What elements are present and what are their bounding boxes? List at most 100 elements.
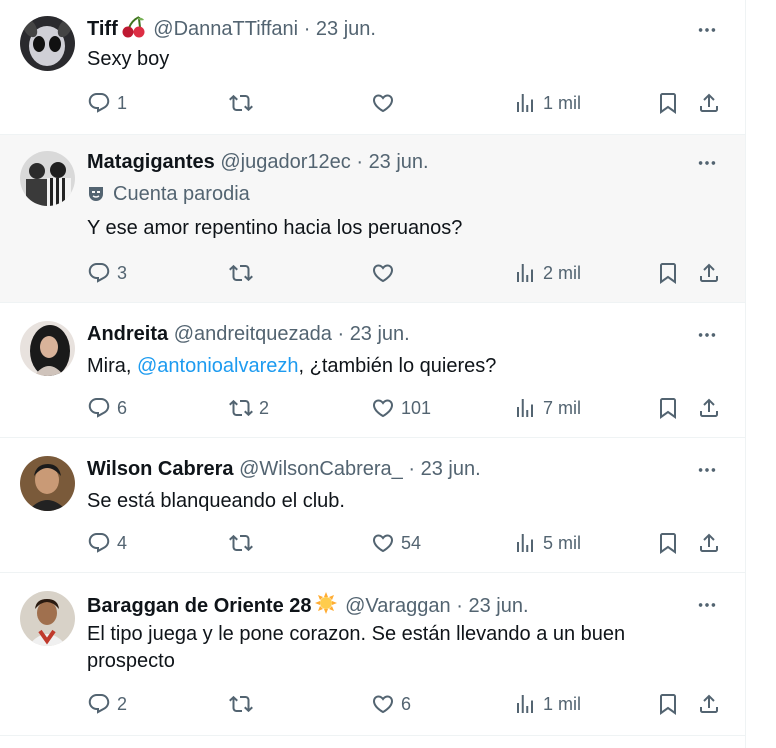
like-button[interactable] [371,90,401,116]
avatar[interactable] [20,151,75,206]
views-button[interactable]: 5 mil [513,530,581,556]
views-button[interactable]: 2 mil [513,260,581,286]
share-button[interactable] [697,530,721,556]
tweet-date[interactable]: 23 jun. [468,595,528,617]
tweet-text: Y ese amor repentino hacia los peruanos? [87,217,463,239]
bookmark-button[interactable] [656,530,680,556]
tweet-actions: 2 6 1 mil [87,691,721,717]
mention-link[interactable]: @antonioalvarezh [137,355,299,377]
retweet-button[interactable] [229,90,259,116]
tweet-date[interactable]: 23 jun. [421,458,481,480]
retweet-button[interactable]: 2 [229,395,269,421]
tweet[interactable]: Tiff @DannaTTiffani · 23 jun. Sexy boy 1… [0,0,745,135]
retweet-button[interactable] [229,691,259,717]
tweet[interactable]: Baraggan de Oriente 28 @Varaggan · 23 ju… [0,573,745,736]
tweet-actions: 3 2 mil [87,260,721,286]
tweet[interactable]: Wilson Cabrera @WilsonCabrera_ · 23 jun.… [0,438,745,573]
more-icon[interactable] [695,18,719,42]
avatar[interactable] [20,321,75,376]
tweet-date[interactable]: 23 jun. [316,18,376,40]
reply-icon [87,261,111,285]
bookmark-icon [656,692,680,716]
heart-icon [371,531,395,555]
more-icon[interactable] [695,458,719,482]
avatar[interactable] [20,456,75,511]
tweet-actions: 1 1 mil [87,90,721,116]
tweet-text: Sexy boy [87,48,170,70]
avatar[interactable] [20,16,75,71]
bookmark-icon [656,261,680,285]
cherries-emoji [120,16,146,42]
user-handle[interactable]: @andreitquezada [174,323,332,345]
retweet-icon [229,692,253,716]
mask-icon [89,187,103,201]
display-name[interactable]: Wilson Cabrera [87,458,234,480]
user-handle[interactable]: @jugador12ec [220,151,350,173]
like-button[interactable]: 6 [371,691,411,717]
tweet-header: Matagigantes @jugador12ec · 23 jun. [87,151,429,173]
reply-icon [87,91,111,115]
bookmark-button[interactable] [656,90,680,116]
share-icon [697,531,721,555]
like-button[interactable] [371,260,401,286]
views-button[interactable]: 7 mil [513,395,581,421]
share-icon [697,396,721,420]
user-handle[interactable]: @WilsonCabrera_ [239,458,403,480]
replies-timeline: Tiff @DannaTTiffani · 23 jun. Sexy boy 1… [0,0,746,748]
views-button[interactable]: 1 mil [513,691,581,717]
user-handle[interactable]: @Varaggan [345,595,451,617]
reply-button[interactable]: 2 [87,691,127,717]
share-button[interactable] [697,260,721,286]
display-name[interactable]: Tiff [87,18,118,40]
more-icon[interactable] [695,323,719,347]
bookmark-button[interactable] [656,395,680,421]
like-button[interactable]: 101 [371,395,431,421]
more-icon[interactable] [695,151,719,175]
tweet[interactable]: Matagigantes @jugador12ec · 23 jun. Cuen… [0,135,745,303]
bookmark-icon [656,91,680,115]
tweet-date[interactable]: 23 jun. [369,151,429,173]
tweet[interactable]: Andreita @andreitquezada · 23 jun. Mira,… [0,303,745,438]
retweet-icon [229,531,253,555]
reply-icon [87,396,111,420]
retweet-button[interactable] [229,530,259,556]
share-button[interactable] [697,90,721,116]
tweet-header: Wilson Cabrera @WilsonCabrera_ · 23 jun. [87,458,481,480]
sun-emoji [314,591,338,617]
heart-icon [371,261,395,285]
reply-button[interactable]: 4 [87,530,127,556]
retweet-icon [229,261,253,285]
views-icon [513,396,537,420]
views-button[interactable]: 1 mil [513,90,581,116]
share-button[interactable] [697,691,721,717]
share-button[interactable] [697,395,721,421]
reply-icon [87,692,111,716]
reply-button[interactable]: 3 [87,260,127,286]
bookmark-button[interactable] [656,691,680,717]
reply-button[interactable]: 1 [87,90,127,116]
views-icon [513,261,537,285]
views-icon [513,531,537,555]
more-icon[interactable] [695,593,719,617]
retweet-icon [229,396,253,420]
retweet-button[interactable] [229,260,259,286]
display-name[interactable]: Andreita [87,323,168,345]
user-handle[interactable]: @DannaTTiffani [153,18,298,40]
heart-icon [371,692,395,716]
retweet-icon [229,91,253,115]
views-icon [513,692,537,716]
heart-icon [371,91,395,115]
like-button[interactable]: 54 [371,530,421,556]
avatar[interactable] [20,591,75,646]
tweet-actions: 6 2 101 7 mil [87,395,721,421]
display-name[interactable]: Baraggan de Oriente 28 [87,595,312,617]
share-icon [697,692,721,716]
tweet-text: Se está blanqueando el club. [87,490,345,512]
bookmark-icon [656,396,680,420]
bookmark-button[interactable] [656,260,680,286]
display-name[interactable]: Matagigantes [87,151,215,173]
reply-button[interactable]: 6 [87,395,127,421]
tweet-header: Andreita @andreitquezada · 23 jun. [87,323,410,345]
tweet-header: Baraggan de Oriente 28 @Varaggan · 23 ju… [87,591,689,617]
tweet-date[interactable]: 23 jun. [350,323,410,345]
